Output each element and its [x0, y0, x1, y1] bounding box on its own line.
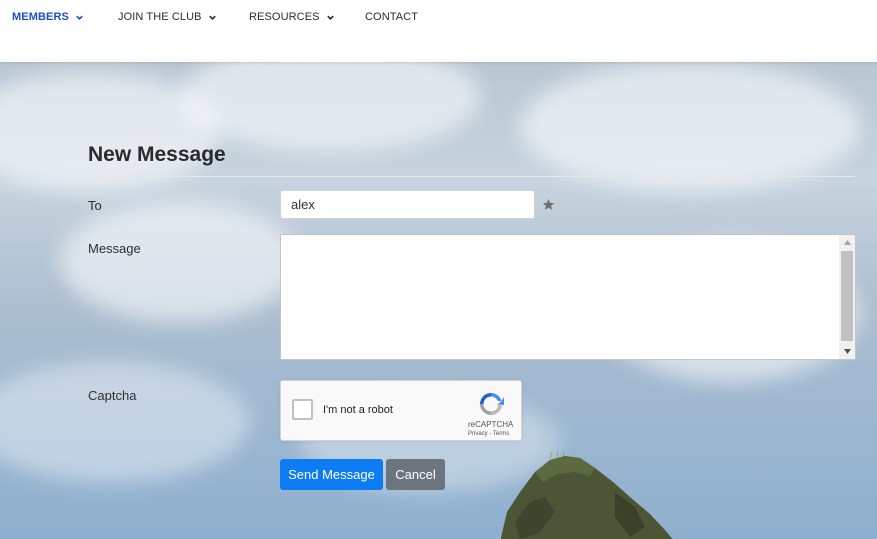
message-textarea[interactable] [280, 234, 856, 360]
title-divider [88, 176, 855, 177]
star-icon[interactable] [542, 198, 555, 211]
captcha-label: Captcha [88, 388, 137, 403]
recaptcha-links[interactable]: Privacy - Terms [468, 431, 509, 437]
scroll-down-icon[interactable] [839, 344, 855, 359]
scrollbar-thumb[interactable] [841, 251, 853, 341]
recaptcha-brand: reCAPTCHA [468, 420, 514, 429]
nav-item-resources[interactable]: RESOURCES [249, 11, 335, 23]
nav-item-label: JOIN THE CLUB [118, 11, 202, 23]
nav-item-members[interactable]: MEMBERS [12, 11, 84, 23]
recaptcha-label: I'm not a robot [323, 404, 393, 416]
nav-item-label: CONTACT [365, 11, 419, 23]
recaptcha-checkbox[interactable] [292, 399, 313, 420]
recaptcha-widget: I'm not a robot reCAPTCHA Privacy - Term… [280, 380, 522, 441]
chevron-down-icon [208, 13, 217, 22]
cancel-button[interactable]: Cancel [386, 459, 445, 490]
top-navigation: MEMBERS JOIN THE CLUB RESOURCES CONTACT [0, 0, 877, 62]
chevron-down-icon [326, 13, 335, 22]
recaptcha-logo-icon [480, 393, 504, 415]
rock-island [500, 452, 673, 539]
scroll-up-icon[interactable] [839, 235, 855, 250]
page-title: New Message [88, 143, 226, 166]
nav-item-contact[interactable]: CONTACT [365, 11, 418, 23]
send-message-button[interactable]: Send Message [280, 459, 383, 490]
chevron-down-icon [75, 13, 84, 22]
message-scrollbar[interactable] [839, 235, 855, 359]
to-input[interactable]: alex [280, 190, 535, 219]
nav-item-label: RESOURCES [249, 11, 320, 23]
nav-item-join-the-club[interactable]: JOIN THE CLUB [118, 11, 217, 23]
nav-item-label: MEMBERS [12, 11, 69, 23]
to-label: To [88, 198, 102, 213]
message-label: Message [88, 241, 141, 256]
